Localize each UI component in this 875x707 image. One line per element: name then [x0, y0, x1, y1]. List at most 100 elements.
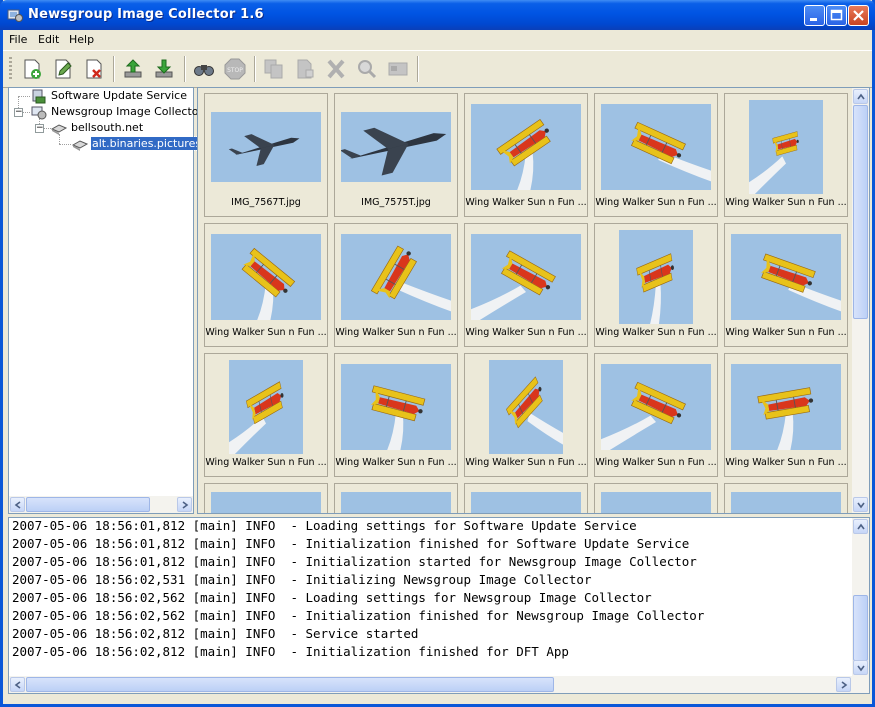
window-title: Newsgroup Image Collector 1.6 — [28, 7, 264, 22]
scroll-thumb[interactable] — [26, 677, 554, 692]
binoculars-icon[interactable] — [191, 56, 217, 82]
thumbnail-cell[interactable]: Wing Walker Sun n Fun ... — [204, 353, 328, 477]
tree-node-bellsouth[interactable]: bellsouth.net — [9, 120, 193, 136]
thumbnail-cell[interactable] — [334, 483, 458, 513]
thumbnail-cell[interactable]: IMG_7567T.jpg — [204, 93, 328, 217]
scroll-right-button[interactable] — [177, 497, 192, 512]
log-line: 2007-05-06 18:56:01,812 [main] INFO - Lo… — [12, 518, 637, 533]
scroll-left-button[interactable] — [10, 677, 25, 692]
menu-help[interactable]: Help — [69, 33, 94, 46]
log-line: 2007-05-06 18:56:02,562 [main] INFO - In… — [12, 608, 705, 623]
thumbnail-image — [229, 360, 303, 457]
svg-text:STOP: STOP — [227, 67, 243, 74]
paste-icon[interactable] — [292, 56, 318, 82]
thumbnail-caption: Wing Walker Sun n Fun ... — [595, 327, 717, 338]
close-button[interactable] — [848, 5, 869, 26]
menu-edit[interactable]: Edit — [38, 33, 59, 46]
toolbar-grip[interactable] — [9, 57, 12, 81]
thumbnail-caption: Wing Walker Sun n Fun ... — [725, 457, 847, 468]
grid-vertical-scrollbar[interactable] — [852, 88, 869, 513]
upload-icon[interactable] — [120, 56, 146, 82]
new-icon[interactable] — [19, 56, 45, 82]
thumbnail-cell[interactable] — [594, 483, 718, 513]
thumbnail-caption: Wing Walker Sun n Fun ... — [205, 327, 327, 338]
tree-label: bellsouth.net — [71, 121, 144, 134]
edit-icon[interactable] — [50, 56, 76, 82]
log-line: 2007-05-06 18:56:02,812 [main] INFO - Se… — [12, 626, 419, 641]
thumbnail-cell[interactable]: Wing Walker Sun n Fun ... — [464, 223, 588, 347]
thumbnail-cell[interactable]: Wing Walker Sun n Fun ... — [594, 223, 718, 347]
thumbnail-image — [489, 360, 563, 457]
thumbnail-image — [731, 364, 841, 453]
maximize-button[interactable] — [826, 5, 847, 26]
tree-node-software-update[interactable]: Software Update Service — [9, 88, 193, 104]
thumbnail-caption: Wing Walker Sun n Fun ... — [725, 197, 847, 208]
thumbnail-grid[interactable]: IMG_7567T.jpg IMG_7575T.jpg Wing Walker … — [197, 87, 870, 514]
thumbnail-cell[interactable]: Wing Walker Sun n Fun ... — [594, 353, 718, 477]
thumbnail-cell[interactable]: Wing Walker Sun n Fun ... — [724, 223, 848, 347]
thumbnail-image — [341, 112, 451, 185]
tree-label: Newsgroup Image Collector — [51, 105, 204, 118]
scroll-right-button[interactable] — [836, 677, 851, 692]
thumbnail-caption: Wing Walker Sun n Fun ... — [465, 457, 587, 468]
thumbnail-cell[interactable]: IMG_7575T.jpg — [334, 93, 458, 217]
scroll-thumb[interactable] — [853, 595, 868, 661]
scroll-up-button[interactable] — [853, 89, 868, 104]
download-icon[interactable] — [151, 56, 177, 82]
log-line: 2007-05-06 18:56:01,812 [main] INFO - In… — [12, 536, 690, 551]
thumbnail-image — [601, 104, 711, 193]
thumbnail-image — [471, 492, 581, 513]
thumbnail-caption: Wing Walker Sun n Fun ... — [725, 327, 847, 338]
thumbnail-cell[interactable]: Wing Walker Sun n Fun ... — [724, 353, 848, 477]
magnify-icon[interactable] — [354, 56, 380, 82]
thumbnail-cell[interactable] — [464, 483, 588, 513]
thumbnail-image — [211, 492, 321, 513]
scroll-thumb[interactable] — [26, 497, 150, 512]
card-icon[interactable] — [385, 56, 411, 82]
minimize-button[interactable] — [804, 5, 825, 26]
tree-label: Software Update Service — [51, 89, 187, 102]
log-output[interactable]: 2007-05-06 18:56:01,812 [main] INFO - Lo… — [8, 517, 870, 694]
thumbnail-cell[interactable] — [724, 483, 848, 513]
thumbnail-cell[interactable]: Wing Walker Sun n Fun ... — [464, 93, 588, 217]
collector-icon — [31, 106, 47, 120]
log-vertical-scrollbar[interactable] — [852, 518, 869, 676]
tree-label: alt.binaries.pictures.a — [89, 136, 214, 151]
thumbnail-cell[interactable]: Wing Walker Sun n Fun ... — [724, 93, 848, 217]
tree-node-newsgroup[interactable]: alt.binaries.pictures.a — [9, 136, 214, 152]
title-bar[interactable]: Newsgroup Image Collector 1.6 — [0, 0, 875, 30]
scroll-thumb[interactable] — [853, 105, 868, 319]
scroll-left-button[interactable] — [10, 497, 25, 512]
scroll-up-button[interactable] — [853, 519, 868, 534]
thumbnail-caption: IMG_7567T.jpg — [231, 197, 301, 208]
thumbnail-cell[interactable]: Wing Walker Sun n Fun ... — [594, 93, 718, 217]
tree-node-image-collector[interactable]: Newsgroup Image Collector — [9, 104, 203, 120]
thumbnail-image — [211, 234, 321, 323]
stop-icon[interactable]: STOP — [222, 56, 248, 82]
thumbnail-cell[interactable]: Wing Walker Sun n Fun ... — [204, 223, 328, 347]
copy-icon[interactable] — [261, 56, 287, 82]
toolbar-separator — [417, 56, 419, 82]
scroll-down-button[interactable] — [853, 660, 868, 675]
thumbnail-image — [471, 104, 581, 193]
cut-icon[interactable] — [323, 56, 349, 82]
service-tree[interactable]: Software Update Service − Newsgroup Imag… — [8, 87, 214, 514]
thumbnail-image — [731, 234, 841, 323]
log-horizontal-scrollbar[interactable] — [9, 676, 869, 693]
delete-icon[interactable] — [81, 56, 107, 82]
thumbnail-caption: Wing Walker Sun n Fun ... — [595, 457, 717, 468]
toolbar-separator — [184, 56, 186, 82]
toolbar-separator — [113, 56, 115, 82]
thumbnail-cell[interactable]: Wing Walker Sun n Fun ... — [334, 353, 458, 477]
thumbnail-cell[interactable] — [204, 483, 328, 513]
thumbnail-image — [341, 364, 451, 453]
thumbnail-cell[interactable]: Wing Walker Sun n Fun ... — [464, 353, 588, 477]
menu-file[interactable]: File — [9, 33, 27, 46]
app-icon — [7, 9, 23, 22]
tree-horizontal-scrollbar[interactable] — [9, 496, 193, 513]
thumbnail-image — [471, 234, 581, 323]
thumbnail-cell[interactable]: Wing Walker Sun n Fun ... — [334, 223, 458, 347]
thumbnail-caption: Wing Walker Sun n Fun ... — [465, 327, 587, 338]
toolbar-separator — [254, 56, 256, 82]
scroll-down-button[interactable] — [853, 497, 868, 512]
